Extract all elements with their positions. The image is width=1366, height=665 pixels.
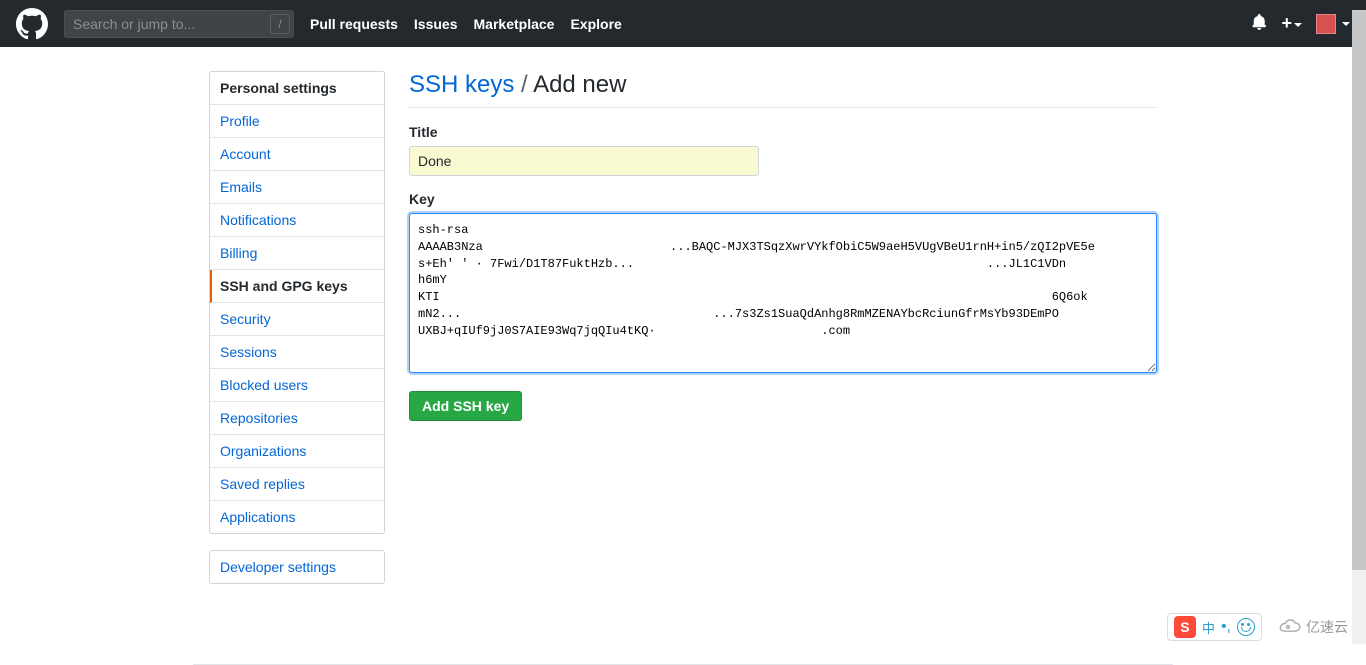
watermark-badge[interactable]: 亿速云 (1274, 617, 1348, 637)
sidebar-item-billing[interactable]: Billing (210, 237, 384, 270)
breadcrumb-separator: / (514, 71, 533, 98)
sidebar-item-emails[interactable]: Emails (210, 171, 384, 204)
github-logo[interactable] (16, 8, 48, 40)
smiley-icon (1237, 618, 1255, 636)
ime-punct-indicator: •, (1221, 619, 1231, 635)
vertical-scrollbar[interactable] (1352, 10, 1366, 644)
caret-down-icon (1294, 23, 1302, 27)
ime-badge[interactable]: S 中 •, (1167, 613, 1262, 641)
user-menu[interactable] (1316, 14, 1350, 34)
sidebar-item-repositories[interactable]: Repositories (210, 402, 384, 435)
sidebar-item-profile[interactable]: Profile (210, 105, 384, 138)
breadcrumb-current: Add new (533, 71, 626, 98)
primary-nav: Pull requests Issues Marketplace Explore (310, 16, 622, 32)
caret-down-icon (1342, 22, 1350, 26)
sidebar-item-organizations[interactable]: Organizations (210, 435, 384, 468)
sidebar-item-notifications[interactable]: Notifications (210, 204, 384, 237)
top-navigation: / Pull requests Issues Marketplace Explo… (0, 0, 1366, 47)
nav-marketplace[interactable]: Marketplace (474, 16, 555, 32)
title-label: Title (409, 124, 1157, 140)
scrollbar-thumb[interactable] (1352, 10, 1366, 570)
sidebar-item-ssh-gpg-keys[interactable]: SSH and GPG keys (210, 270, 384, 303)
ime-lang-indicator: 中 (1202, 618, 1215, 637)
nav-issues[interactable]: Issues (414, 16, 458, 32)
sidebar-item-blocked-users[interactable]: Blocked users (210, 369, 384, 402)
search-slash-hint: / (270, 14, 290, 34)
sidebar-header: Personal settings (210, 72, 384, 105)
ime-overlay: S 中 •, 亿速云 (1167, 613, 1348, 641)
notifications-icon[interactable] (1251, 14, 1267, 33)
title-input[interactable] (409, 146, 759, 176)
settings-sidebar: Personal settings Profile Account Emails… (209, 71, 385, 600)
sidebar-item-account[interactable]: Account (210, 138, 384, 171)
nav-pull-requests[interactable]: Pull requests (310, 16, 398, 32)
sidebar-item-applications[interactable]: Applications (210, 501, 384, 533)
key-field-group: Key (409, 191, 1157, 376)
key-label: Key (409, 191, 1157, 207)
add-ssh-key-button[interactable]: Add SSH key (409, 391, 522, 421)
search-input[interactable] (64, 10, 294, 38)
sogou-icon: S (1174, 616, 1196, 638)
search-box: / (64, 10, 294, 38)
key-textarea[interactable] (409, 213, 1157, 373)
main-content: SSH keys / Add new Title Key Add SSH key (409, 71, 1157, 600)
personal-settings-menu: Personal settings Profile Account Emails… (209, 71, 385, 534)
sidebar-item-sessions[interactable]: Sessions (210, 336, 384, 369)
page-title: SSH keys / Add new (409, 71, 1157, 108)
sidebar-item-developer-settings[interactable]: Developer settings (210, 551, 384, 583)
create-new-dropdown[interactable]: + (1281, 13, 1302, 34)
watermark-text: 亿速云 (1306, 617, 1348, 637)
title-field-group: Title (409, 124, 1157, 176)
avatar (1316, 14, 1336, 34)
top-right-controls: + (1251, 13, 1350, 34)
nav-explore[interactable]: Explore (570, 16, 621, 32)
developer-settings-menu: Developer settings (209, 550, 385, 584)
breadcrumb-ssh-keys[interactable]: SSH keys (409, 71, 514, 98)
sidebar-item-security[interactable]: Security (210, 303, 384, 336)
sidebar-item-saved-replies[interactable]: Saved replies (210, 468, 384, 501)
